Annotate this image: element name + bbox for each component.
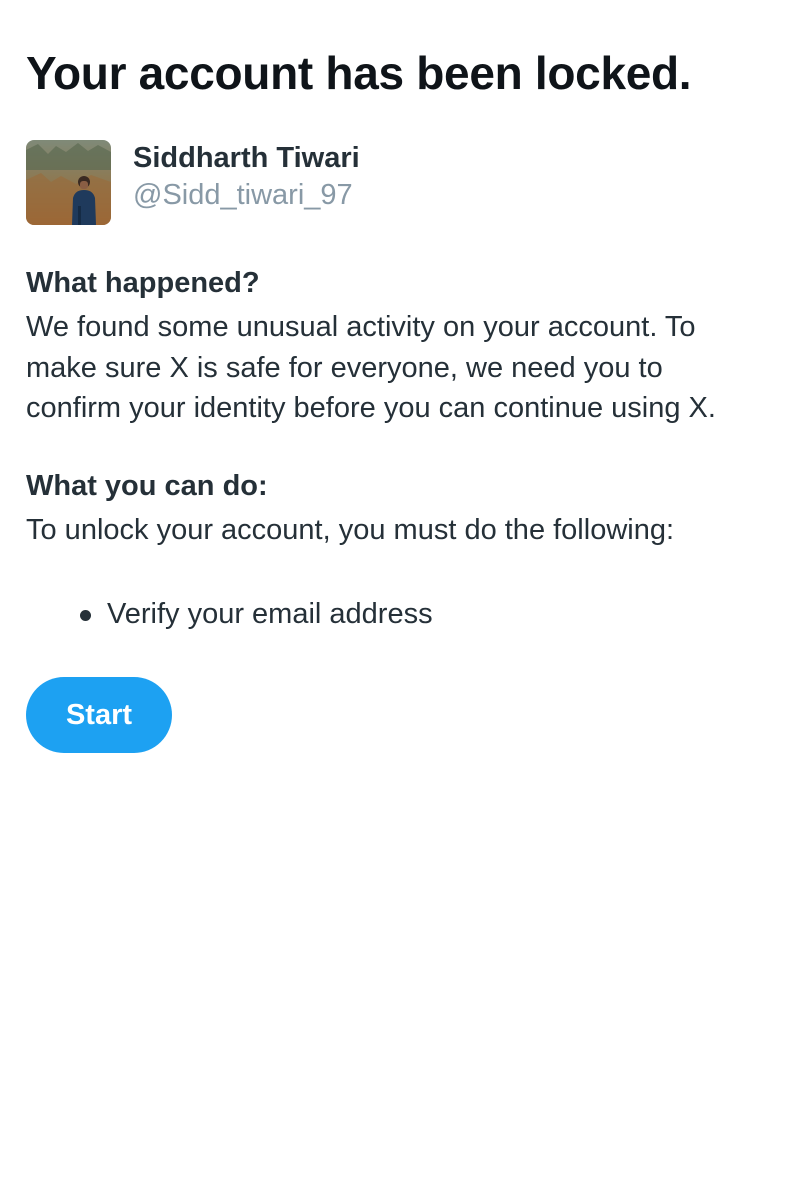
what-happened-line: confirm your identity before you can con… xyxy=(26,392,716,424)
what-you-can-do-text: To unlock your account, you must do the … xyxy=(26,514,675,546)
list-item: Verify your email address xyxy=(80,594,433,634)
user-photo-icon xyxy=(26,140,111,225)
what-happened-line: We found some unusual activity on your a… xyxy=(26,311,696,343)
requirements-list: Verify your email address xyxy=(80,594,433,634)
start-button[interactable]: Start xyxy=(26,677,172,753)
what-happened-line: make sure X is safe for everyone, we nee… xyxy=(26,351,663,384)
account-profile: Siddharth Tiwari @Sidd_tiwari_97 xyxy=(26,140,360,225)
display-name: Siddharth Tiwari xyxy=(133,142,360,174)
page-title: Your account has been locked. xyxy=(26,47,692,99)
avatar xyxy=(26,140,111,225)
requirement-text: Verify your email address xyxy=(107,598,433,630)
what-happened-heading: What happened? xyxy=(26,267,260,299)
bullet-icon xyxy=(80,609,91,621)
what-happened-text: We found some unusual activity on your a… xyxy=(26,307,786,429)
what-you-can-do-heading: What you can do: xyxy=(26,470,268,502)
user-handle: @Sidd_tiwari_97 xyxy=(133,179,353,211)
